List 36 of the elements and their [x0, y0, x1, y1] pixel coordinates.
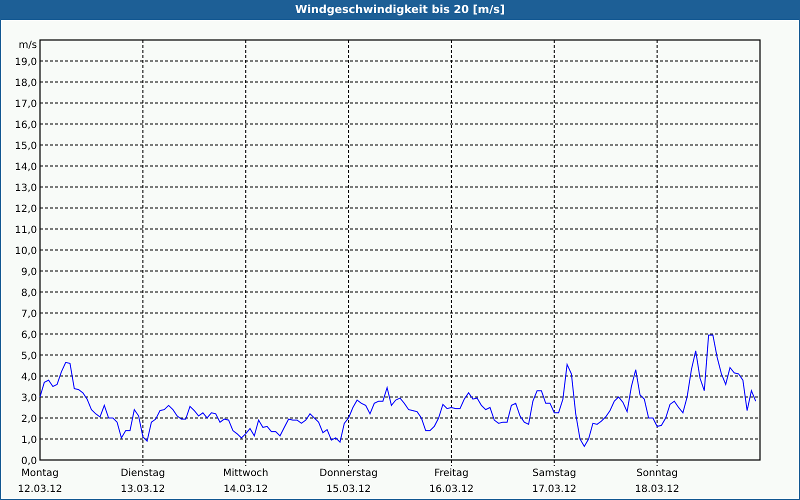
x-day-label: Dienstag	[120, 468, 166, 479]
x-date-label: 12.03.12	[18, 484, 62, 495]
x-date-label: 17.03.12	[532, 484, 577, 495]
x-day-label: Mittwoch	[223, 468, 268, 479]
x-date-label: 15.03.12	[326, 484, 371, 495]
y-tick-label: 8,0	[21, 288, 37, 299]
x-date-label: 14.03.12	[223, 484, 268, 495]
y-tick-label: 4,0	[21, 372, 37, 383]
x-day-label: Sonntag	[636, 468, 678, 479]
y-tick-label: 11,0	[14, 225, 37, 236]
y-tick-label: 3,0	[21, 393, 37, 404]
y-tick-label: 2,0	[21, 414, 37, 425]
y-tick-label: 9,0	[21, 267, 37, 278]
y-tick-label: 18,0	[14, 78, 37, 89]
x-day-label: Donnerstag	[319, 468, 378, 479]
y-tick-label: 6,0	[21, 330, 37, 341]
y-tick-label: 1,0	[21, 435, 37, 446]
y-tick-label: 14,0	[14, 162, 37, 173]
y-tick-label: 10,0	[14, 246, 37, 257]
x-date-label: 16.03.12	[429, 484, 474, 495]
y-tick-label: 7,0	[21, 309, 37, 320]
y-tick-label: 12,0	[14, 204, 37, 215]
title-bar: Windgeschwindigkeit bis 20 [m/s]	[1, 0, 799, 20]
x-date-label: 13.03.12	[120, 484, 166, 495]
x-day-label: Freitag	[434, 468, 469, 479]
y-tick-label: 19,0	[14, 57, 37, 68]
y-tick-label: 0,0	[21, 456, 37, 467]
x-date-label: 18.03.12	[634, 484, 680, 495]
y-tick-label: 13,0	[14, 183, 37, 194]
y-tick-label: 15,0	[14, 141, 37, 152]
x-day-label: Samstag	[532, 468, 576, 479]
y-axis-unit: m/s	[18, 40, 37, 51]
y-tick-label: 17,0	[14, 99, 37, 110]
x-day-label: Montag	[21, 468, 59, 479]
y-tick-label: 16,0	[14, 120, 37, 131]
y-tick-label: 5,0	[21, 351, 37, 362]
